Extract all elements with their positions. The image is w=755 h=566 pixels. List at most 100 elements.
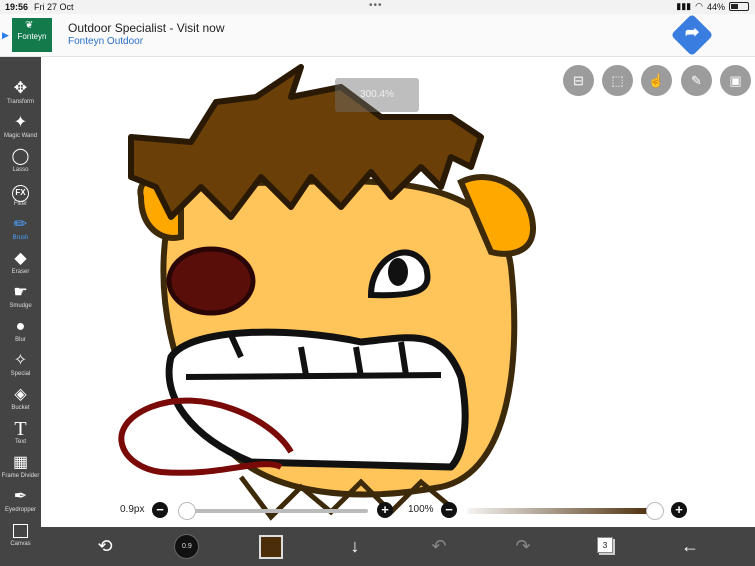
rotate-arrows-icon: ⟲ (97, 536, 113, 556)
tool-label: Magic Wand (3, 133, 38, 139)
plus-icon: + (381, 502, 389, 517)
special-wand-icon: ✧ (13, 352, 28, 369)
tool-smudge[interactable]: ☛ Smudge (0, 283, 41, 317)
bucket-icon: ◈ (14, 386, 27, 403)
tool-lasso[interactable]: ◯ Lasso (0, 147, 41, 181)
undo-icon: ↶ (431, 536, 447, 556)
ad-subtitle[interactable]: Fonteyn Outdoor (68, 36, 143, 47)
adchoices-icon[interactable]: ▶ (2, 30, 9, 41)
eraser-icon: ◆ (14, 250, 27, 267)
pen-mode-button[interactable]: ✎ (681, 65, 712, 96)
app-window: 19:56 Fri 27 Oct ••• ▮▮▮ ◠ 44% ▶ ❦ Fonte… (0, 0, 755, 566)
tool-label: Eyedropper (4, 507, 37, 513)
text-t-icon: T (14, 418, 27, 440)
tool-canvas[interactable]: Canvas (0, 521, 41, 555)
opacity-decrease-button[interactable]: − (441, 502, 457, 518)
undo-button[interactable]: ↶ (427, 527, 451, 566)
tool-label: Smudge (9, 303, 32, 309)
magic-wand-icon: ✦ (13, 114, 28, 131)
battery-icon (729, 2, 749, 11)
transform-switch-button[interactable]: ⟲ (91, 527, 119, 566)
multitask-dots[interactable]: ••• (369, 0, 383, 11)
reference-image-button[interactable]: ▣ (720, 65, 751, 96)
tool-eraser[interactable]: ◆ Eraser (0, 249, 41, 283)
canvas-square-icon (13, 524, 28, 538)
tool-label: Blur (15, 337, 26, 343)
size-decrease-button[interactable]: − (152, 502, 168, 518)
status-time: 19:56 (5, 2, 29, 12)
brush-icon: ✏ (13, 216, 28, 233)
brush-opacity-knob[interactable] (646, 502, 664, 520)
tool-eyedropper[interactable]: ✒ Eyedropper (0, 487, 41, 521)
tool-label: Frame Divider (1, 473, 40, 479)
leaf-icon: ❦ (25, 20, 34, 31)
ad-brand: Fonteyn (17, 32, 47, 41)
tool-label: Bucket (11, 405, 30, 411)
layers-button[interactable]: 3 (597, 537, 613, 553)
pencil-icon: ✎ (691, 73, 702, 88)
plus-icon: + (675, 502, 683, 517)
ad-logo[interactable]: ❦ Fonteyn (12, 18, 52, 52)
tool-filter[interactable]: FX Filter (0, 181, 41, 215)
selection-button[interactable]: ⬚ (602, 65, 633, 96)
tool-label: Special (10, 371, 31, 377)
tool-magic-wand[interactable]: ✦ Magic Wand (0, 113, 41, 147)
turn-right-arrow-icon: ➦ (684, 22, 700, 42)
smudge-icon: ☛ (13, 284, 28, 301)
wifi-icon: ◠ (695, 1, 703, 11)
ad-title[interactable]: Outdoor Specialist - Visit now (68, 21, 225, 35)
battery-percent: 44% (706, 1, 725, 12)
status-date: Fri 27 Oct (34, 2, 74, 12)
image-icon: ▣ (729, 73, 742, 88)
brush-size-knob[interactable] (178, 502, 196, 520)
brush-opacity-slider[interactable] (467, 508, 654, 514)
signal-icon: ▮▮▮ (676, 1, 692, 11)
tool-label: Transform (6, 99, 35, 105)
tool-frame-divider[interactable]: ▦ Frame Divider (0, 453, 41, 487)
tool-label: Filter (13, 201, 28, 207)
redo-button[interactable]: ↷ (511, 527, 535, 566)
bottom-toolbar: ⟲ 0.9 ↓ ↶ ↷ 3 ← (41, 527, 755, 566)
status-bar: 19:56 Fri 27 Oct ••• ▮▮▮ ◠ 44% (0, 0, 755, 14)
filter-fx-icon: FX (12, 185, 29, 202)
size-increase-button[interactable]: + (377, 502, 393, 518)
opacity-increase-button[interactable]: + (671, 502, 687, 518)
color-swatch-button[interactable] (259, 535, 283, 559)
minus-icon: − (156, 502, 164, 517)
dashed-square-icon: ⬚ (611, 73, 624, 88)
minus-icon: − (445, 502, 453, 517)
brush-size-label: 0.9px (120, 504, 145, 515)
lasso-icon: ◯ (11, 148, 30, 165)
tool-bucket[interactable]: ◈ Bucket (0, 385, 41, 419)
settings-toggle-button[interactable]: ⊟ (563, 65, 594, 96)
zoom-indicator: 300.4% (335, 78, 419, 112)
hand-pointer-icon: ☝ (648, 73, 665, 88)
gesture-button[interactable]: ☝ (641, 65, 672, 96)
toggle-switch-icon: ⊟ (573, 73, 584, 88)
brush-size-badge: 0.9 (182, 543, 192, 550)
tool-special[interactable]: ✧ Special (0, 351, 41, 385)
ad-banner[interactable]: ▶ ❦ Fonteyn Outdoor Specialist - Visit n… (0, 13, 755, 57)
tool-text[interactable]: T Text (0, 419, 41, 453)
status-right: ▮▮▮ ◠ 44% (676, 1, 749, 12)
brush-preview-button[interactable]: 0.9 (174, 534, 199, 559)
tool-blur[interactable]: ● Blur (0, 317, 41, 351)
brush-size-slider[interactable] (187, 509, 368, 513)
transform-icon: ✥ (13, 80, 28, 97)
eyedropper-icon: ✒ (13, 488, 28, 505)
brush-opacity-label: 100% (408, 504, 434, 515)
ad-go-button[interactable]: ➦ (670, 13, 714, 57)
tool-label: Lasso (12, 167, 29, 173)
import-down-button[interactable]: ↓ (343, 527, 367, 566)
tool-sidebar: ✥ Transform ✦ Magic Wand ◯ Lasso FX Filt… (0, 57, 41, 566)
tool-label: Canvas (10, 541, 31, 547)
tool-brush[interactable]: ✏ Brush (0, 215, 41, 249)
arrow-left-icon: ← (681, 536, 699, 556)
drawing-canvas[interactable]: 300.4% ⊟ ⬚ ☝ ✎ ▣ 0.9px − + 100% − + (41, 57, 755, 527)
back-button[interactable]: ← (677, 527, 703, 566)
redo-icon: ↷ (515, 536, 531, 556)
tool-label: Eraser (11, 269, 30, 275)
tool-transform[interactable]: ✥ Transform (0, 79, 41, 113)
drawing-artwork (118, 64, 537, 521)
tool-label: Text (14, 439, 26, 445)
